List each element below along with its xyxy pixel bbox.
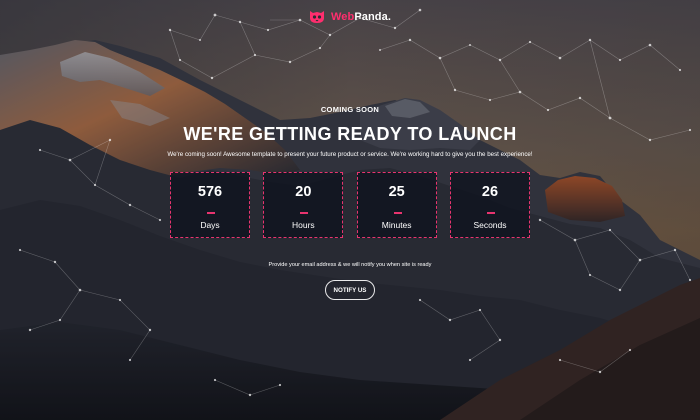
brand-logo[interactable]: WebPanda. bbox=[0, 10, 700, 24]
countdown-label: Minutes bbox=[381, 220, 412, 230]
hero-description: We're coming soon! Awesome template to p… bbox=[167, 151, 533, 158]
countdown-label: Seconds bbox=[473, 220, 507, 230]
countdown-days: 576 Days bbox=[170, 172, 250, 238]
notify-description: Provide your email address & we will not… bbox=[268, 262, 432, 268]
coming-soon-page: WebPanda. COMING SOON WE'RE GETTING READ… bbox=[0, 0, 700, 420]
countdown-hours: 20 Hours bbox=[263, 172, 344, 238]
countdown-seconds: 26 Seconds bbox=[449, 172, 530, 238]
brand-name: WebPanda. bbox=[331, 11, 391, 23]
countdown-value: 20 bbox=[295, 184, 312, 200]
countdown-minutes: 25 Minutes bbox=[356, 172, 437, 238]
page-title: WE'RE GETTING READY TO LAUNCH bbox=[183, 124, 517, 144]
countdown-timer: 576 Days 20 Hours 25 Minutes 26 Seconds bbox=[170, 172, 530, 240]
notify-us-button[interactable]: NOTIFY US bbox=[325, 280, 375, 300]
countdown-label: Hours bbox=[291, 220, 315, 230]
countdown-value: 576 bbox=[197, 184, 223, 200]
brand-name-suffix: Panda. bbox=[354, 11, 391, 23]
countdown-divider bbox=[300, 212, 309, 214]
brand-name-prefix: Web bbox=[331, 11, 355, 23]
countdown-divider bbox=[207, 212, 215, 214]
coming-soon-label: COMING SOON bbox=[320, 105, 380, 114]
countdown-divider bbox=[393, 212, 402, 214]
countdown-value: 26 bbox=[481, 184, 499, 200]
panda-icon bbox=[309, 10, 325, 24]
main-content: WebPanda. COMING SOON WE'RE GETTING READ… bbox=[0, 0, 700, 420]
countdown-label: Days bbox=[200, 220, 220, 230]
countdown-divider bbox=[486, 212, 495, 214]
countdown-value: 25 bbox=[388, 184, 405, 200]
